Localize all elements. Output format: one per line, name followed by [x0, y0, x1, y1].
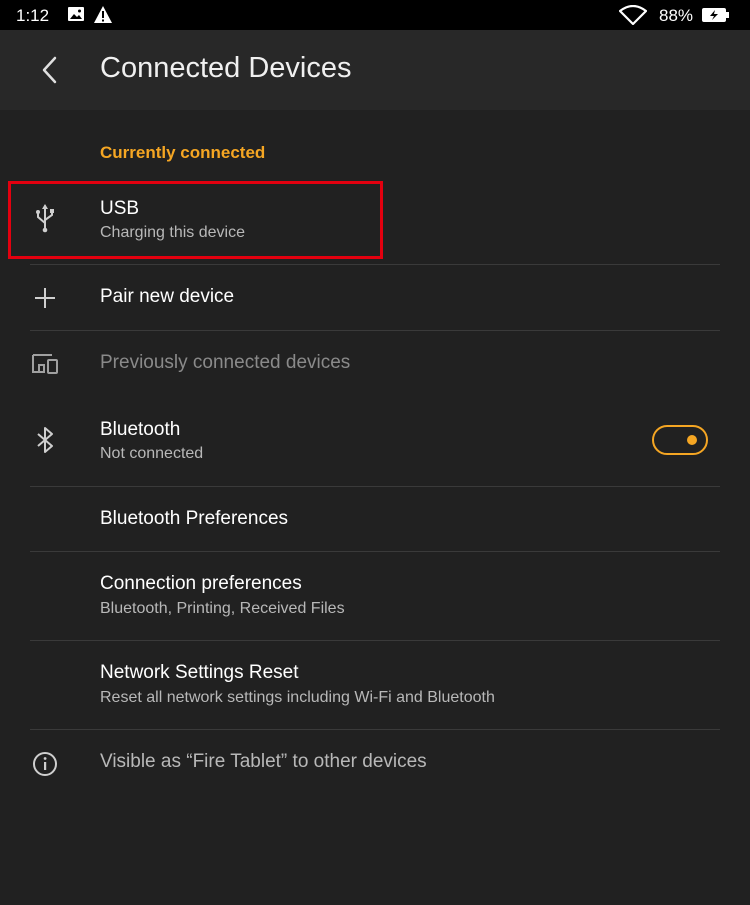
wifi-icon: [619, 5, 647, 25]
battery-percent: 88%: [659, 6, 694, 25]
previously-connected-row[interactable]: Previously connected devices: [0, 331, 750, 396]
network-settings-reset-row[interactable]: Network Settings Reset Reset all network…: [0, 641, 750, 729]
page-title: Connected Devices: [100, 52, 352, 84]
app-bar: Connected Devices: [0, 30, 750, 110]
pair-new-device-title: Pair new device: [100, 286, 235, 307]
warning-icon: [94, 6, 112, 23]
previously-connected-title: Previously connected devices: [100, 352, 351, 373]
bluetooth-toggle[interactable]: [652, 425, 708, 455]
connection-preferences-subtitle: Bluetooth, Printing, Received Files: [100, 600, 345, 617]
connection-preferences-row[interactable]: Connection preferences Bluetooth, Printi…: [0, 552, 750, 640]
connection-preferences-title: Connection preferences: [100, 573, 302, 594]
pair-new-device-row[interactable]: Pair new device: [0, 265, 750, 330]
network-settings-reset-title: Network Settings Reset: [100, 662, 299, 683]
bluetooth-title: Bluetooth: [100, 419, 181, 440]
bluetooth-subtitle: Not connected: [100, 445, 204, 462]
bluetooth-preferences-row[interactable]: Bluetooth Preferences: [0, 487, 750, 551]
toggle-knob: [687, 435, 697, 445]
visibility-info-row: Visible as “Fire Tablet” to other device…: [0, 730, 750, 796]
plus-icon: [35, 288, 55, 308]
section-header-currently-connected: Currently connected: [100, 143, 266, 162]
status-time: 1:12: [16, 6, 50, 25]
visibility-text: Visible as “Fire Tablet” to other device…: [100, 751, 427, 772]
status-bar: 1:12 88%: [0, 0, 750, 30]
image-icon: [68, 7, 84, 21]
back-arrow-icon[interactable]: [34, 50, 74, 90]
usb-highlight-box: [8, 181, 383, 259]
devices-icon: [32, 354, 58, 374]
info-icon: [33, 752, 57, 776]
bluetooth-icon: [37, 427, 53, 453]
bluetooth-preferences-title: Bluetooth Preferences: [100, 508, 289, 529]
battery-charging-icon: [702, 8, 729, 22]
network-settings-reset-subtitle: Reset all network settings including Wi-…: [100, 689, 495, 706]
bluetooth-row[interactable]: Bluetooth Not connected: [0, 400, 750, 486]
